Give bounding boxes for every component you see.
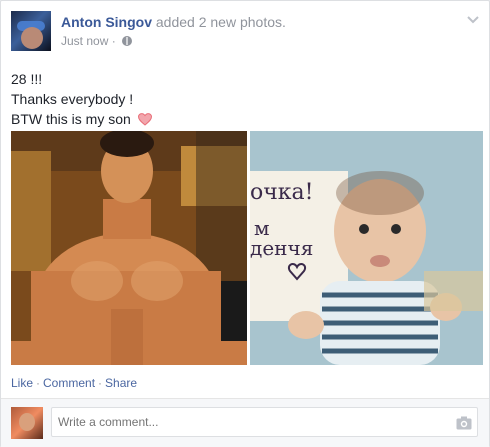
heart-emoticon-icon	[137, 113, 152, 126]
comment-composer	[1, 398, 489, 447]
photo-baby-with-sign-image: очка! м денчя	[250, 131, 483, 365]
post-meta: Anton Singov added 2 new photos. Just no…	[61, 13, 471, 49]
actions-separator: ·	[36, 376, 41, 390]
post-card: Anton Singov added 2 new photos. Just no…	[0, 0, 490, 447]
post-text-line: 28 !!!	[11, 71, 43, 87]
photo-grid: очка! м денчя	[11, 131, 483, 365]
author-avatar[interactable]	[11, 11, 51, 51]
sign-text-line: очка!	[250, 180, 314, 205]
post-text-line: Thanks everybody !	[11, 91, 134, 107]
camera-icon[interactable]	[456, 416, 472, 430]
globe-icon[interactable]	[122, 36, 133, 46]
post-timestamp[interactable]: Just now	[61, 34, 108, 48]
chevron-down-icon[interactable]	[465, 11, 481, 27]
comment-input[interactable]	[51, 407, 478, 437]
photo-1[interactable]	[11, 131, 247, 365]
share-link[interactable]: Share	[105, 376, 137, 390]
post-headline: Anton Singov added 2 new photos.	[61, 13, 471, 31]
post-text-line: BTW this is my son	[11, 109, 152, 129]
post-action-text: added 2 new photos.	[155, 14, 286, 30]
photo-2[interactable]: очка! м денчя	[250, 131, 483, 365]
avatar-face	[21, 27, 43, 49]
actions-separator: ·	[98, 376, 103, 390]
timestamp-separator: ·	[111, 34, 116, 48]
comment-link[interactable]: Comment	[43, 376, 95, 390]
commenter-avatar[interactable]	[11, 407, 43, 439]
sign-text-line: денчя	[250, 236, 313, 260]
like-link[interactable]: Like	[11, 376, 33, 390]
commenter-face	[19, 413, 35, 431]
post-actions: Like · Comment · Share	[11, 376, 137, 391]
post-subline: Just now ·	[61, 34, 471, 49]
author-name[interactable]: Anton Singov	[61, 14, 152, 30]
post-header: Anton Singov added 2 new photos. Just no…	[11, 11, 481, 53]
photo-muscular-man-image	[11, 131, 247, 365]
post-body: 28 !!! Thanks everybody ! BTW this is my…	[11, 69, 152, 129]
